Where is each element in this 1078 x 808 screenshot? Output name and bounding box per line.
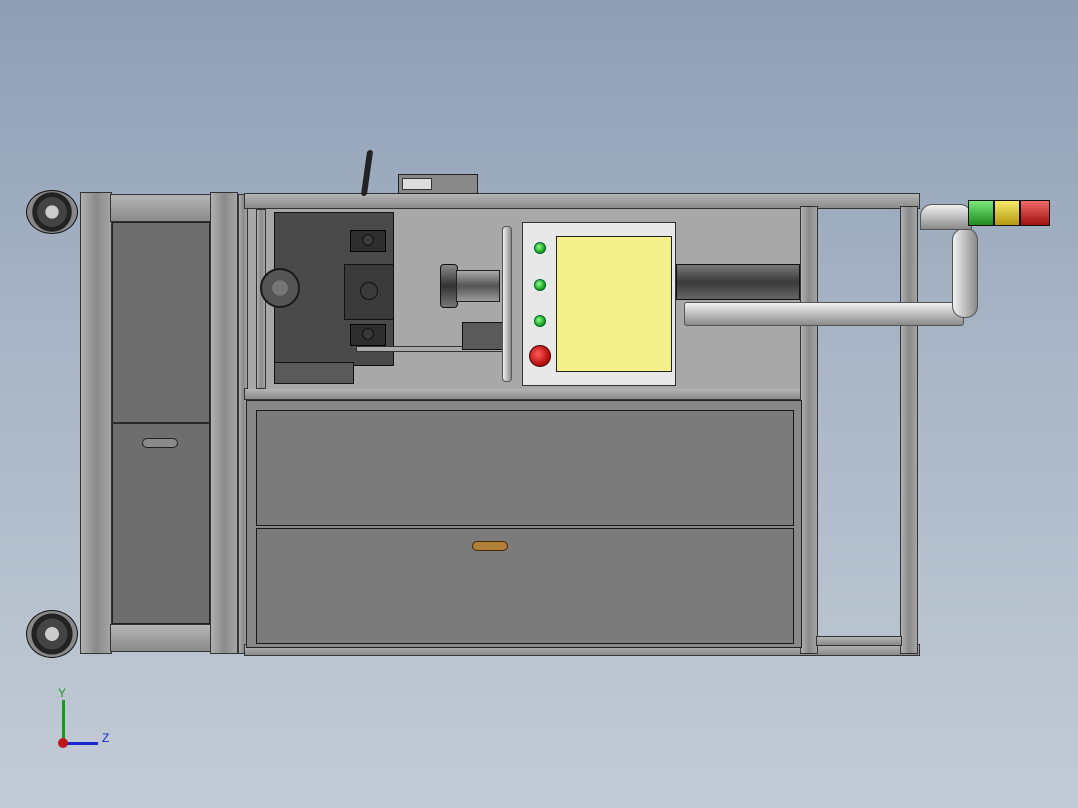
conduit-horizontal	[684, 302, 964, 326]
right-post-b	[900, 206, 918, 654]
upper-drawer[interactable]	[256, 410, 794, 526]
main-top-rail	[244, 193, 920, 209]
indicator-light-1-icon	[534, 242, 546, 254]
clamp-bottom-bolt	[362, 328, 374, 340]
drawer-handle[interactable]	[472, 541, 508, 551]
stack-light-yellow-icon	[994, 200, 1020, 226]
left-cabinet-divider	[112, 422, 210, 424]
left-post-outer	[80, 192, 112, 654]
left-cabinet-bottom-rail	[110, 624, 212, 652]
caster-bottom-left	[26, 610, 78, 658]
main-mid-rail	[244, 388, 804, 400]
left-post-inner	[210, 192, 238, 654]
conduit-vertical	[952, 228, 978, 318]
spindle-body	[456, 270, 500, 302]
z-axis-label: Z	[102, 731, 110, 745]
indicator-light-2-icon	[534, 279, 546, 291]
right-bay-bottom	[816, 636, 902, 646]
y-axis-label: Y	[58, 686, 67, 700]
left-cabinet-top-rail	[110, 194, 212, 222]
axis-origin-icon	[58, 738, 68, 748]
plate-bolt	[360, 282, 378, 300]
caster-top-left	[26, 190, 78, 234]
stack-light-red-icon	[1020, 200, 1050, 226]
cable	[360, 150, 374, 196]
clamp-top-bolt	[362, 234, 374, 246]
emergency-stop-button[interactable]	[529, 345, 551, 367]
handwheel-icon[interactable]	[260, 268, 300, 308]
junction-box-label	[402, 178, 432, 190]
base-slide	[274, 362, 354, 384]
panel-handle[interactable]	[502, 226, 512, 382]
panel-screen	[556, 236, 672, 372]
air-cylinder	[676, 264, 800, 300]
lower-drawer[interactable]	[256, 528, 794, 644]
right-post-a	[800, 206, 818, 654]
left-cabinet-handle[interactable]	[142, 438, 178, 448]
conduit-top	[920, 204, 972, 230]
stack-light-green-icon	[968, 200, 994, 226]
indicator-light-3-icon	[534, 315, 546, 327]
